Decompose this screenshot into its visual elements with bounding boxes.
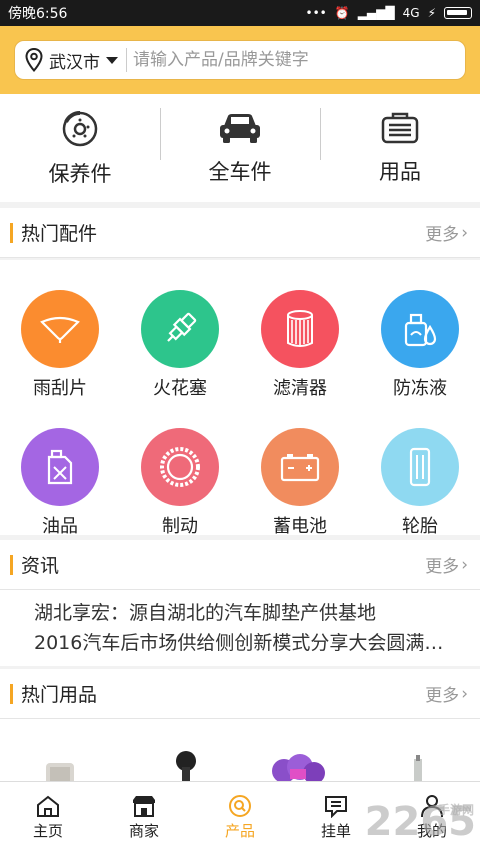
- search-bar: 武汉市: [14, 40, 466, 80]
- part-brake[interactable]: 制动: [120, 428, 240, 538]
- category-full-car[interactable]: 全车件: [160, 94, 320, 202]
- section-accent-bar: [10, 554, 13, 575]
- more-dots-icon: •••: [305, 6, 327, 20]
- part-label: 蓄电池: [273, 516, 327, 537]
- brake-icon: [160, 447, 200, 487]
- hot-parts-header: 热门配件 更多 ›: [0, 208, 480, 258]
- category-label: 全车件: [208, 160, 272, 184]
- signal-icon: ▂▄▆█: [357, 6, 395, 20]
- hot-products-more-link[interactable]: 更多 ›: [425, 681, 468, 707]
- wiper-icon: [40, 316, 80, 343]
- section-accent-bar: [10, 683, 13, 704]
- header: 武汉市: [0, 26, 480, 94]
- category-row: 保养件 全车件 用品: [0, 94, 480, 202]
- nav-label: 挂单: [320, 822, 351, 840]
- chevron-right-icon: ›: [461, 683, 468, 704]
- part-label: 滤清器: [273, 378, 327, 399]
- hot-parts-more-link[interactable]: 更多 ›: [425, 220, 468, 246]
- chevron-right-icon: ›: [461, 554, 468, 575]
- nav-label: 产品: [224, 822, 255, 840]
- seat-cover-image[interactable]: [40, 759, 80, 781]
- spark-plug-icon: [167, 312, 197, 342]
- category-maintenance[interactable]: 保养件: [0, 94, 160, 202]
- watermark-text: 手游网: [437, 803, 474, 817]
- watermark-logo: 2265 手游网: [365, 799, 476, 845]
- news-list: 湖北享宏：源自湖北的汽车脚垫产供基地 2016汽车后市场供给侧创新模式分享大会圆…: [0, 590, 480, 666]
- caret-down-icon: [106, 56, 118, 64]
- battery-icon: [280, 454, 320, 482]
- news-item[interactable]: 2016汽车后市场供给侧创新模式分享大会圆满落幕: [34, 628, 446, 658]
- hot-products-strip: [0, 719, 480, 781]
- part-label: 轮胎: [402, 516, 438, 537]
- antifreeze-icon: [404, 313, 437, 347]
- part-icon-bg: [381, 290, 459, 368]
- part-spark-plug[interactable]: 火花塞: [120, 290, 240, 400]
- part-battery[interactable]: 蓄电池: [240, 428, 360, 538]
- news-more-link[interactable]: 更多 ›: [425, 552, 468, 578]
- city-selector[interactable]: 武汉市: [25, 48, 127, 73]
- part-icon-bg: [261, 290, 339, 368]
- part-icon-bg: [141, 290, 219, 368]
- hot-products-header: 热门用品 更多 ›: [0, 669, 480, 719]
- section-accent-bar: [10, 222, 13, 243]
- bottom-nav: 主页 商家 产品 挂单 我的 2265 手游网: [0, 781, 480, 853]
- chevron-right-icon: ›: [461, 222, 468, 243]
- air-freshener-image[interactable]: [408, 755, 428, 781]
- part-filter[interactable]: 滤清器: [240, 290, 360, 400]
- filter-icon: [287, 310, 313, 347]
- status-icons: ••• ⏰ ▂▄▆█ 4G ⚡: [306, 6, 472, 20]
- part-tire[interactable]: 轮胎: [360, 428, 480, 538]
- oil-can-icon: [47, 449, 73, 485]
- network-type: 4G: [402, 6, 420, 20]
- nav-label: 商家: [128, 822, 159, 840]
- part-wiper[interactable]: 雨刮片: [0, 290, 120, 400]
- store-icon: [133, 796, 155, 817]
- part-icon-bg: [21, 290, 99, 368]
- part-label: 制动: [162, 516, 198, 537]
- part-antifreeze[interactable]: 防冻液: [360, 290, 480, 400]
- battery-icon: [444, 7, 472, 19]
- hot-parts-grid: 雨刮片 火花塞 滤清器 防冻液 油品 制动 蓄电池 轮胎: [0, 260, 480, 538]
- category-supplies[interactable]: 用品: [320, 94, 480, 202]
- search-input[interactable]: [133, 50, 455, 70]
- car-icon: [220, 114, 260, 143]
- nav-home[interactable]: 主页: [0, 782, 96, 853]
- city-name: 武汉市: [49, 52, 100, 73]
- category-label: 用品: [379, 160, 421, 184]
- more-label: 更多: [425, 225, 460, 245]
- part-label: 防冻液: [393, 378, 447, 399]
- news-header: 资讯 更多 ›: [0, 540, 480, 590]
- status-time: 傍晚6:56: [8, 6, 68, 22]
- flower-decoration-image[interactable]: [270, 751, 326, 781]
- category-label: 保养件: [48, 162, 112, 186]
- part-label: 雨刮片: [33, 378, 87, 399]
- more-label: 更多: [425, 557, 460, 577]
- part-icon-bg: [381, 428, 459, 506]
- part-icon-bg: [261, 428, 339, 506]
- more-label: 更多: [425, 686, 460, 706]
- section-title: 资讯: [21, 555, 60, 577]
- product-icon: [229, 795, 251, 817]
- part-label: 油品: [42, 516, 78, 537]
- case-icon: [381, 112, 419, 144]
- phone-holder-image[interactable]: [168, 749, 204, 781]
- nav-label: 主页: [32, 822, 63, 840]
- part-icon-bg: [21, 428, 99, 506]
- location-pin-icon: [25, 48, 43, 72]
- part-oil[interactable]: 油品: [0, 428, 120, 538]
- tire-icon: [409, 447, 431, 487]
- home-icon: [37, 795, 59, 817]
- part-icon-bg: [141, 428, 219, 506]
- brake-disc-icon: [62, 110, 98, 147]
- nav-product[interactable]: 产品: [192, 782, 288, 853]
- section-title: 热门用品: [21, 684, 98, 706]
- status-bar: 傍晚6:56 ••• ⏰ ▂▄▆█ 4G ⚡: [0, 0, 480, 26]
- part-label: 火花塞: [153, 378, 207, 399]
- charging-icon: ⚡: [427, 6, 436, 20]
- news-item[interactable]: 湖北享宏：源自湖北的汽车脚垫产供基地: [34, 598, 446, 628]
- alarm-icon: ⏰: [334, 6, 350, 20]
- nav-store[interactable]: 商家: [96, 782, 192, 853]
- order-icon: [325, 796, 347, 818]
- section-title: 热门配件: [21, 223, 98, 245]
